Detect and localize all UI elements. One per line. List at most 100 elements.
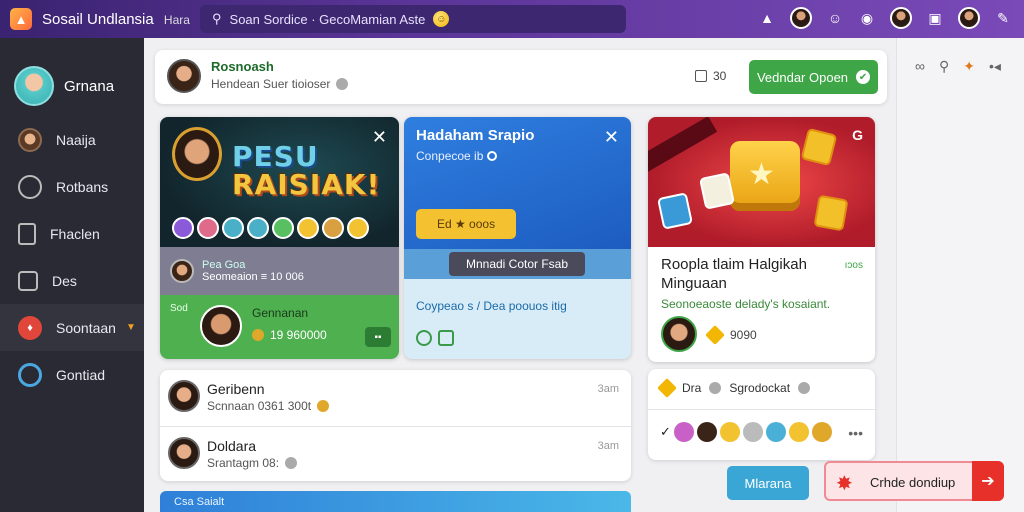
search-text: Soan Sordice · GecoMamian Aste	[229, 11, 426, 27]
card-meta: 9090	[705, 325, 757, 345]
share-button[interactable]: ▪▪	[365, 327, 391, 347]
card-meta-value: 9090	[730, 328, 757, 342]
game-tile	[699, 172, 735, 210]
list-item[interactable]: Geribenn Scnnaan 0361 300t 3am	[160, 370, 631, 425]
feed-sub-text: Scnnaan 0361 300t	[207, 399, 312, 413]
post-card-game[interactable]: PESU RAISIAK! ✕ Pea Goa Seomeaion ≡ 10 0…	[160, 117, 399, 359]
card-subtitle-text: Conpecoe ib	[416, 149, 484, 163]
smile-icon[interactable]: ☺	[826, 10, 844, 26]
reaction-avatar[interactable]	[172, 217, 194, 239]
open-button[interactable]: Vedndar Opoen ✔	[749, 60, 878, 94]
refresh-icon[interactable]	[416, 330, 432, 346]
sidebar-item-ring[interactable]: Gontiad	[0, 351, 144, 398]
card-subtitle: Conpecoe ib	[416, 149, 498, 163]
smile-emoji-icon[interactable]	[322, 217, 344, 239]
tooltip: Mnnadi Cotor Fsab	[449, 252, 585, 276]
avatar[interactable]	[958, 7, 980, 29]
sidebar: Grnana Naaija Rotbans Fhaclen Des ♦ Soon…	[0, 38, 144, 512]
gem-icon	[657, 378, 677, 398]
sidebar-item-label: Naaija	[56, 131, 96, 148]
footer-small-label: Sod	[170, 303, 188, 314]
thumbs-icon[interactable]: ✓	[660, 424, 671, 440]
card-title: Roopla tlaim Halgikah Minguaan	[661, 256, 807, 292]
document-icon	[695, 70, 707, 82]
avatar[interactable]	[661, 316, 697, 352]
chevron-down-icon: ▼	[125, 322, 136, 333]
info-icon	[285, 457, 298, 469]
sparkle-icon[interactable]: ✦	[963, 58, 975, 75]
sidebar-item-chart[interactable]: Des	[0, 257, 144, 304]
sidebar-item-fire[interactable]: ♦ Soontaan ▼	[0, 304, 144, 351]
primary-button[interactable]: Mlarana	[727, 466, 809, 500]
reaction-row	[172, 217, 369, 239]
close-icon[interactable]: ✕	[604, 127, 619, 148]
edit-icon[interactable]: ✎	[994, 10, 1012, 27]
sidebar-item-profile[interactable]: Naaija	[0, 116, 144, 163]
reaction-avatar[interactable]	[696, 422, 717, 442]
header-count[interactable]: 30	[695, 69, 726, 83]
smile-emoji-icon[interactable]	[742, 422, 763, 442]
cta-button[interactable]: ✸ Crhde dondiup ➔	[824, 461, 1004, 501]
gear-icon	[709, 382, 722, 394]
pin-icon[interactable]: ⚲	[939, 58, 949, 75]
bottom-banner[interactable]: Csa Saialt	[160, 491, 631, 512]
emoji-row: ✓	[660, 422, 832, 442]
sidebar-item-document[interactable]: Fhaclen	[0, 210, 144, 257]
meta-title: Pea Goa	[202, 259, 246, 271]
smile-emoji-icon[interactable]	[719, 422, 740, 442]
ribbon	[648, 117, 718, 172]
banner-text-line1: PESU	[232, 140, 319, 173]
card-footer: Sod Gennanan 19 960000 ▪▪	[160, 295, 399, 359]
refresh-icon[interactable]: G	[852, 127, 863, 143]
list-item[interactable]: Doldara Srantagm 08: 3am	[160, 426, 631, 481]
footer-stats: 19 960000	[252, 328, 327, 342]
reaction-avatar[interactable]	[222, 217, 244, 239]
avatar	[14, 66, 54, 106]
info-icon	[798, 382, 811, 394]
location-icon[interactable]: ◉	[858, 10, 876, 27]
profile-face-icon	[18, 127, 42, 152]
smile-emoji-icon[interactable]	[297, 217, 319, 239]
smile-emoji-icon[interactable]	[347, 217, 369, 239]
reaction-avatar[interactable]	[247, 217, 269, 239]
card-meta-row: Pea Goa Seomeaion ≡ 10 006	[160, 247, 399, 295]
app-subtitle: Hara	[163, 12, 190, 27]
app-title: Sosail Undlansia Hara	[42, 11, 190, 28]
more-icon[interactable]: •◂	[989, 58, 1001, 75]
reaction-avatar[interactable]	[197, 217, 219, 239]
smile-emoji-icon[interactable]	[811, 422, 832, 442]
sidebar-item-label: Rotbans	[56, 178, 109, 195]
feed-name: Doldara	[207, 438, 257, 454]
smile-emoji-icon[interactable]	[788, 422, 809, 442]
reaction-avatar[interactable]	[272, 217, 294, 239]
action-button[interactable]: Ed ★ ooos	[416, 209, 516, 239]
fire-icon: ♦	[18, 315, 42, 340]
feed-sub: Srantagm 08:	[207, 456, 298, 470]
sidebar-item-label: Des	[52, 272, 77, 289]
user-name: Grnana	[64, 77, 115, 95]
more-icon[interactable]: •••	[848, 425, 863, 441]
link-icon[interactable]: ∞	[915, 58, 925, 75]
footer-stats-value: 19 960000	[270, 328, 327, 342]
search-bar[interactable]: ⚲ Soan Sordice · GecoMamian Aste ☺	[200, 5, 626, 33]
close-icon[interactable]: ✕	[372, 127, 387, 148]
image-icon[interactable]: ▣	[926, 10, 944, 27]
copy-icon[interactable]	[438, 330, 454, 346]
sidebar-item-chat[interactable]: Rotbans	[0, 163, 144, 210]
smile-emoji-icon[interactable]	[765, 422, 786, 442]
avatar[interactable]	[890, 7, 912, 29]
sidebar-item-label: Fhaclen	[50, 225, 100, 242]
timestamp: 3am	[597, 440, 619, 452]
info-icon	[336, 78, 349, 90]
post-card-game-promo[interactable]: ★ G Roopla tlaim Halgikah Minguaan ıɔos …	[648, 117, 875, 362]
avatar[interactable]	[790, 7, 812, 29]
card-body-text: Coypeao s / Dea poouos itig	[416, 299, 567, 313]
reaction-avatar[interactable]	[673, 422, 694, 442]
app-logo[interactable]: ▲	[10, 8, 32, 30]
avatar[interactable]	[167, 59, 201, 93]
sidebar-user[interactable]: Grnana	[0, 38, 144, 116]
card-banner: Hadaham Srapio Conpecoe ib ✕ Ed ★ ooos	[404, 117, 631, 249]
post-card-blue[interactable]: Hadaham Srapio Conpecoe ib ✕ Ed ★ ooos M…	[404, 117, 631, 359]
bell-icon[interactable]: ▲	[758, 10, 776, 26]
open-button-label: Vedndar Opoen	[756, 69, 849, 85]
